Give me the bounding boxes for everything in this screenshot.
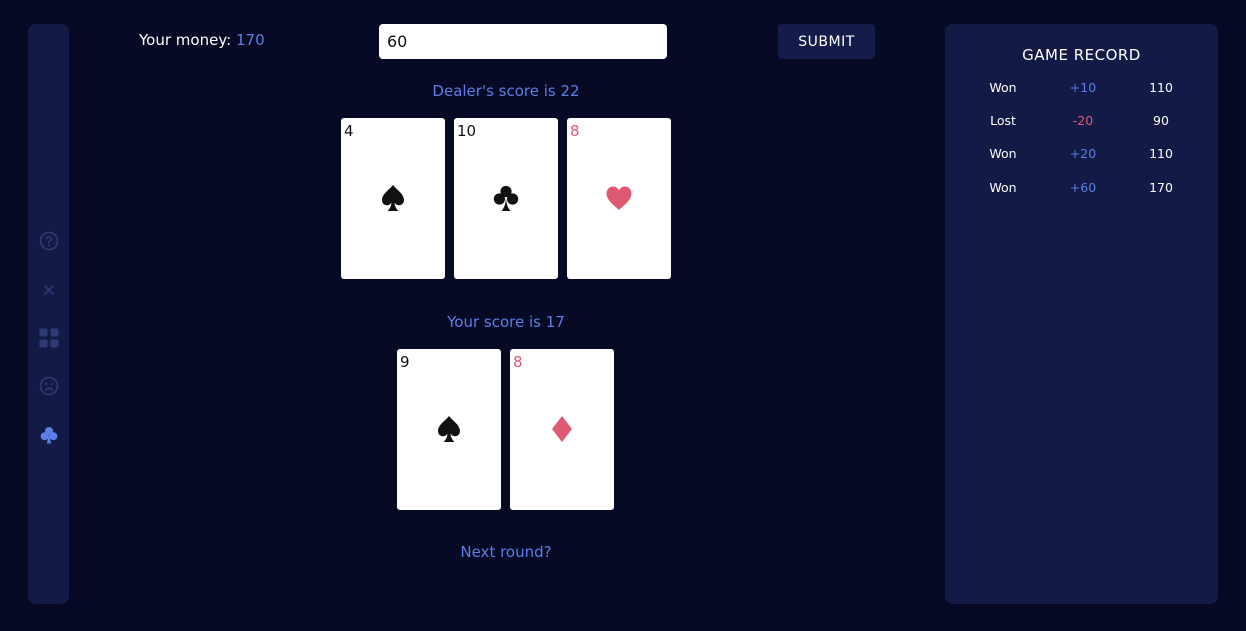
help-icon[interactable] <box>28 229 69 253</box>
player-score-label: Your score is 17 <box>447 313 565 331</box>
next-round-link[interactable]: Next round? <box>406 543 606 561</box>
sidebar <box>28 24 69 604</box>
card-rank: 9 <box>400 353 410 371</box>
spade-icon <box>397 409 501 449</box>
card-rank: 10 <box>457 122 477 140</box>
game-page: Your money: 170 SUBMIT Dealer's score is… <box>0 0 1246 631</box>
money-label: Your money: <box>139 31 232 49</box>
record-result: Won <box>989 180 1017 195</box>
bet-input[interactable] <box>379 24 667 59</box>
record-row: Won +10 110 <box>945 80 1218 100</box>
heart-icon <box>567 178 671 218</box>
card-rank: 8 <box>570 122 580 140</box>
record-result: Won <box>989 146 1017 161</box>
player-card-1: 9 <box>397 349 501 510</box>
record-result: Lost <box>990 113 1016 128</box>
record-change: +10 <box>1069 80 1097 95</box>
submit-button[interactable]: SUBMIT <box>778 24 875 59</box>
record-row: Won +60 170 <box>945 180 1218 200</box>
dealer-score-label: Dealer's score is 22 <box>432 82 580 100</box>
money-value: 170 <box>236 31 265 49</box>
record-total: 110 <box>1149 146 1173 161</box>
club-icon <box>454 178 558 218</box>
record-total: 110 <box>1149 80 1173 95</box>
record-change: -20 <box>1072 113 1094 128</box>
card-rank: 4 <box>344 122 354 140</box>
game-record-title: GAME RECORD <box>1022 46 1141 64</box>
record-result: Won <box>989 80 1017 95</box>
player-card-2: 8 <box>510 349 614 510</box>
sad-face-icon[interactable] <box>28 374 69 398</box>
game-record-panel: GAME RECORD Won +10 110 Lost -20 90 Won … <box>945 24 1218 604</box>
card-rank: 8 <box>513 353 523 371</box>
spade-icon <box>341 178 445 218</box>
grid-icon[interactable] <box>28 326 69 350</box>
diamond-icon <box>510 409 614 449</box>
record-change: +20 <box>1069 146 1097 161</box>
record-row: Won +20 110 <box>945 146 1218 166</box>
record-total: 90 <box>1153 113 1169 128</box>
club-icon[interactable] <box>28 423 69 447</box>
record-row: Lost -20 90 <box>945 113 1218 133</box>
dealer-card-1: 4 <box>341 118 445 279</box>
dealer-card-3: 8 <box>567 118 671 279</box>
close-icon[interactable] <box>28 278 69 302</box>
dealer-card-2: 10 <box>454 118 558 279</box>
record-change: +60 <box>1069 180 1097 195</box>
record-total: 170 <box>1149 180 1173 195</box>
